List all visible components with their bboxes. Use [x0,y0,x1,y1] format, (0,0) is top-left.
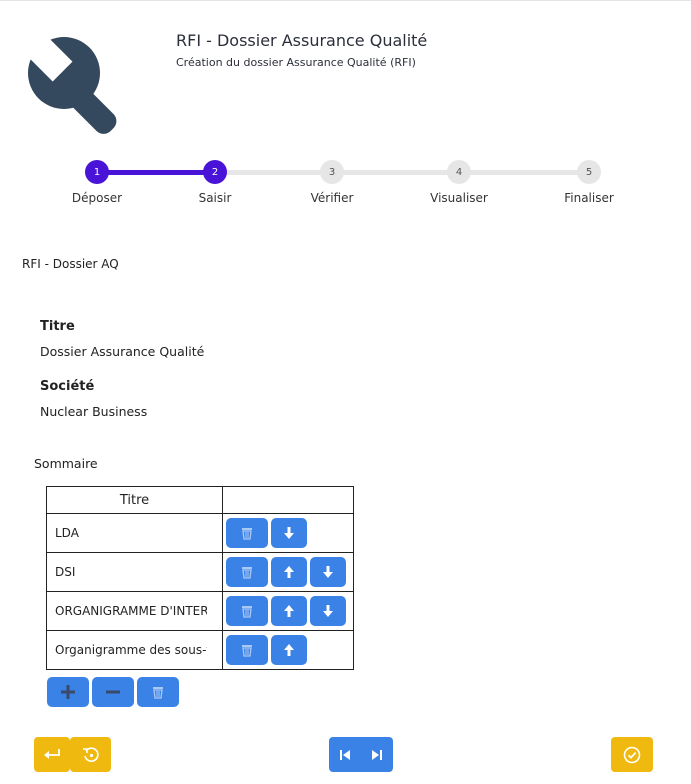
page-title: RFI - Dossier Assurance Qualité [176,31,428,50]
delete-icon [151,685,165,699]
reset-button[interactable] [70,737,111,772]
table-row: DSI [46,552,354,592]
validate-button[interactable] [611,737,653,772]
arrow-down-icon [323,566,333,578]
summary-table: Titre LDA DSI ORGANIGRAMME D'INTER Organ… [46,486,354,670]
reset-icon [82,746,100,764]
plus-icon [60,684,76,700]
move-up-button[interactable] [271,635,307,665]
form-name: RFI - Dossier AQ [22,257,119,271]
minus-icon [105,684,121,700]
remove-row-button[interactable] [92,677,134,707]
arrow-up-icon [284,605,294,617]
wrench-icon [22,31,136,143]
delete-row-button[interactable] [226,635,268,665]
table-row: ORGANIGRAMME D'INTERVENANTS [46,591,354,631]
step-3-label: Vérifier [310,191,354,205]
table-row: Organigramme des sous-traitants [46,630,354,670]
delete-icon [240,565,254,579]
last-page-icon [372,749,382,760]
check-circle-icon [623,746,641,764]
arrow-down-icon [284,527,294,539]
step-1-dot[interactable]: 1 [85,160,109,184]
delete-icon [240,643,254,657]
delete-row-button[interactable] [226,557,268,587]
step-5-dot[interactable]: 5 [577,160,601,184]
move-down-button[interactable] [310,557,346,587]
last-page-button[interactable] [361,737,393,772]
column-header-titre: Titre [46,486,223,514]
row-title[interactable]: ORGANIGRAMME D'INTERVENANTS [55,604,207,618]
summary-label: Sommaire [34,456,98,471]
move-up-button[interactable] [271,557,307,587]
move-down-button[interactable] [271,518,307,548]
delete-table-button[interactable] [137,677,179,707]
move-up-button[interactable] [271,596,307,626]
add-row-button[interactable] [47,677,89,707]
page-subtitle: Création du dossier Assurance Qualité (R… [176,56,416,69]
back-icon [43,748,61,762]
row-title[interactable]: LDA [55,526,207,540]
step-1-label: Déposer [71,191,123,205]
delete-icon [240,604,254,618]
field-label-titre: Titre [40,319,75,334]
row-title[interactable]: Organigramme des sous-traitants [55,643,207,657]
step-2-dot[interactable]: 2 [203,160,227,184]
first-page-icon [340,749,350,760]
delete-row-button[interactable] [226,596,268,626]
field-label-societe: Société [40,379,95,394]
arrow-up-icon [284,644,294,656]
table-tools [47,677,179,707]
step-4-label: Visualiser [430,191,488,205]
table-header-row: Titre [46,486,354,514]
delete-row-button[interactable] [226,518,268,548]
first-page-button[interactable] [329,737,361,772]
arrow-down-icon [323,605,333,617]
table-row: LDA [46,513,354,553]
move-down-button[interactable] [310,596,346,626]
field-value-societe: Nuclear Business [40,404,148,419]
back-button[interactable] [34,737,70,772]
arrow-up-icon [284,566,294,578]
row-title[interactable]: DSI [55,565,207,579]
step-5-label: Finaliser [564,191,614,205]
field-value-titre: Dossier Assurance Qualité [40,344,205,359]
step-3-dot[interactable]: 3 [320,160,344,184]
step-2-label: Saisir [198,191,232,205]
column-header-actions [222,486,354,514]
stepper-progress [97,170,215,175]
delete-icon [240,526,254,540]
step-4-dot[interactable]: 4 [447,160,471,184]
